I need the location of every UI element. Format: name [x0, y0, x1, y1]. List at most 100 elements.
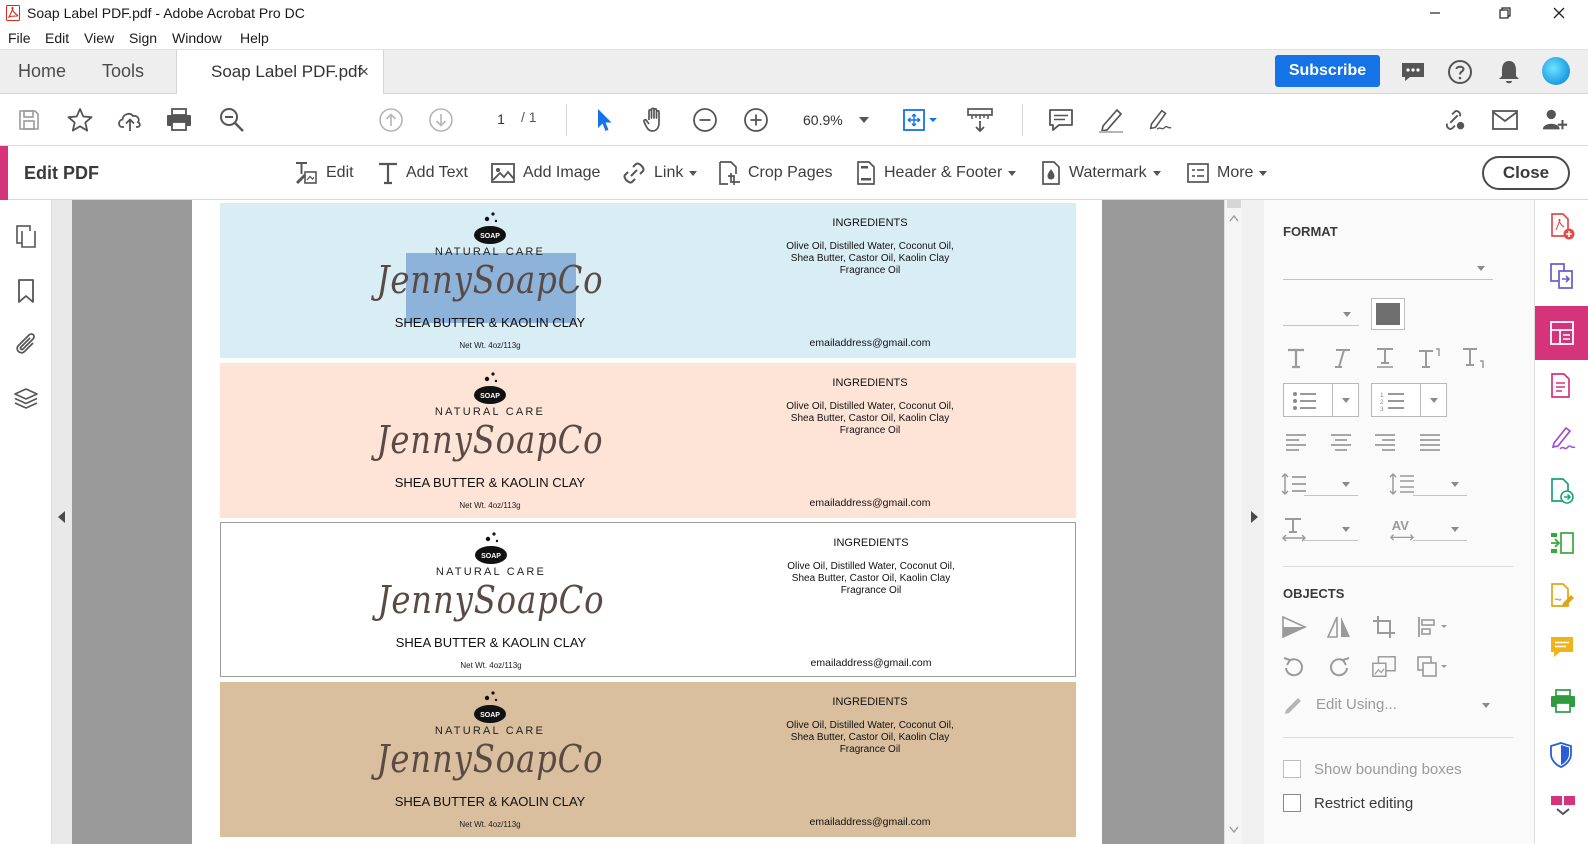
text-underline-icon[interactable]: [1372, 345, 1398, 371]
email-address[interactable]: emailaddress@gmail.com: [760, 337, 980, 349]
show-bounding-boxes-checkbox[interactable]: [1283, 760, 1301, 778]
previous-page-icon[interactable]: [377, 106, 405, 134]
crop-image-icon[interactable]: [1371, 614, 1397, 640]
edit-button[interactable]: Edit: [293, 158, 354, 188]
export-pdf-icon[interactable]: [1549, 372, 1575, 400]
line-spacing-select[interactable]: [1304, 474, 1358, 496]
product-name[interactable]: SHEA BUTTER & KAOLIN CLAY: [220, 475, 760, 490]
right-panel-collapse-strip[interactable]: [1242, 200, 1264, 844]
send-for-review-icon[interactable]: [1549, 477, 1575, 505]
bullet-list-button[interactable]: [1283, 383, 1359, 417]
bookmark-star-icon[interactable]: [66, 106, 94, 134]
align-objects-icon[interactable]: [1414, 614, 1452, 640]
tab-tools[interactable]: Tools: [102, 61, 144, 82]
close-edit-button[interactable]: Close: [1482, 156, 1570, 190]
page-thumbnails-icon[interactable]: [13, 224, 39, 250]
email-address[interactable]: emailaddress@gmail.com: [760, 816, 980, 828]
character-spacing-select[interactable]: [1413, 519, 1467, 541]
edit-pdf-tool-active[interactable]: [1535, 306, 1588, 360]
scroll-mode-icon[interactable]: [966, 106, 994, 134]
add-text-button[interactable]: Add Text: [377, 158, 468, 188]
find-zoom-icon[interactable]: [218, 106, 246, 134]
hand-tool-icon[interactable]: [641, 106, 669, 134]
create-pdf-icon[interactable]: [1549, 212, 1575, 240]
email-icon[interactable]: [1491, 106, 1519, 134]
next-page-icon[interactable]: [427, 106, 455, 134]
share-link-icon[interactable]: [1440, 106, 1468, 134]
ingredients-title[interactable]: INGREDIENTS: [780, 696, 960, 708]
flip-vertical-icon[interactable]: [1326, 614, 1352, 640]
layers-icon[interactable]: [13, 386, 39, 412]
menu-view[interactable]: View: [84, 30, 114, 46]
brand-name[interactable]: JennySoapCo: [261, 258, 720, 302]
scrollbar-thumb[interactable]: [1227, 200, 1241, 208]
ingredients-list[interactable]: Olive Oil, Distilled Water, Coconut Oil,…: [761, 561, 981, 597]
replace-image-icon[interactable]: [1371, 654, 1397, 680]
text-color-picker[interactable]: [1371, 298, 1405, 330]
menu-window[interactable]: Window: [172, 30, 222, 46]
combine-files-icon[interactable]: [1549, 262, 1575, 290]
notifications-bell-icon[interactable]: [1495, 58, 1523, 86]
email-address[interactable]: emailaddress@gmail.com: [760, 497, 980, 509]
user-avatar[interactable]: [1542, 57, 1570, 85]
arrange-objects-icon[interactable]: [1414, 654, 1452, 680]
rotate-clockwise-icon[interactable]: [1326, 654, 1352, 680]
rotate-counterclockwise-icon[interactable]: [1281, 654, 1307, 680]
align-justify-icon[interactable]: [1417, 429, 1443, 455]
upload-cloud-icon[interactable]: [116, 106, 144, 134]
brand-name[interactable]: JennySoapCo: [261, 737, 720, 781]
close-window-button[interactable]: [1536, 0, 1582, 26]
ingredients-title[interactable]: INGREDIENTS: [781, 537, 961, 549]
text-italic-icon[interactable]: [1328, 345, 1354, 371]
paragraph-spacing-select[interactable]: [1413, 474, 1467, 496]
print-production-icon[interactable]: [1549, 688, 1575, 716]
menu-edit[interactable]: Edit: [45, 30, 69, 46]
text-style-plain-icon[interactable]: [1283, 345, 1309, 371]
brand-name[interactable]: JennySoapCo: [261, 418, 720, 462]
print-icon[interactable]: [165, 106, 193, 134]
tab-home[interactable]: Home: [18, 61, 66, 82]
product-name[interactable]: SHEA BUTTER & KAOLIN CLAY: [221, 635, 761, 650]
watermark-button[interactable]: Watermark: [1040, 158, 1161, 188]
bookmarks-icon[interactable]: [13, 278, 39, 304]
sign-pen-icon[interactable]: [1146, 106, 1174, 134]
link-button[interactable]: Link: [621, 158, 698, 188]
add-user-icon[interactable]: [1541, 106, 1569, 134]
vertical-scrollbar[interactable]: [1224, 200, 1242, 844]
menu-help[interactable]: Help: [240, 30, 269, 46]
ingredients-title[interactable]: INGREDIENTS: [780, 217, 960, 229]
more-tools-icon[interactable]: [1549, 792, 1575, 820]
flip-horizontal-icon[interactable]: [1281, 614, 1307, 640]
menu-file[interactable]: File: [8, 30, 31, 46]
subscribe-button[interactable]: Subscribe: [1275, 55, 1380, 87]
organize-pages-icon[interactable]: [1549, 530, 1575, 558]
net-weight[interactable]: Net Wt. 4oz/113g: [220, 501, 760, 510]
text-subscript-icon[interactable]: [1461, 345, 1487, 371]
font-family-select[interactable]: [1283, 258, 1493, 280]
email-address[interactable]: emailaddress@gmail.com: [761, 657, 981, 669]
crop-pages-button[interactable]: Crop Pages: [717, 158, 833, 188]
save-icon[interactable]: [15, 106, 43, 134]
ingredients-list[interactable]: Olive Oil, Distilled Water, Coconut Oil,…: [760, 720, 980, 756]
left-panel-collapse-strip[interactable]: [52, 200, 72, 844]
net-weight[interactable]: Net Wt. 4oz/113g: [221, 661, 761, 670]
net-weight[interactable]: Net Wt. 4oz/113g: [220, 820, 760, 829]
numbered-list-button[interactable]: 123: [1371, 383, 1447, 417]
fit-page-icon[interactable]: [901, 106, 941, 134]
add-image-button[interactable]: Add Image: [490, 158, 600, 188]
zoom-out-icon[interactable]: [691, 106, 719, 134]
request-signatures-icon[interactable]: [1549, 582, 1575, 610]
text-superscript-icon[interactable]: [1417, 345, 1443, 371]
font-size-select[interactable]: [1283, 304, 1359, 326]
restore-button[interactable]: [1482, 0, 1528, 26]
protect-shield-icon[interactable]: [1549, 741, 1575, 769]
select-cursor-icon[interactable]: [590, 106, 618, 134]
page-number-input[interactable]: 1: [486, 107, 516, 131]
close-tab-icon[interactable]: ×: [359, 62, 369, 82]
highlight-pen-icon[interactable]: [1097, 106, 1125, 134]
comment-tool-icon[interactable]: [1549, 634, 1575, 662]
zoom-level-select[interactable]: 60.9%: [795, 107, 877, 133]
zoom-in-icon[interactable]: [742, 106, 770, 134]
minimize-button[interactable]: [1412, 0, 1458, 26]
header-footer-button[interactable]: Header & Footer: [855, 158, 1017, 188]
